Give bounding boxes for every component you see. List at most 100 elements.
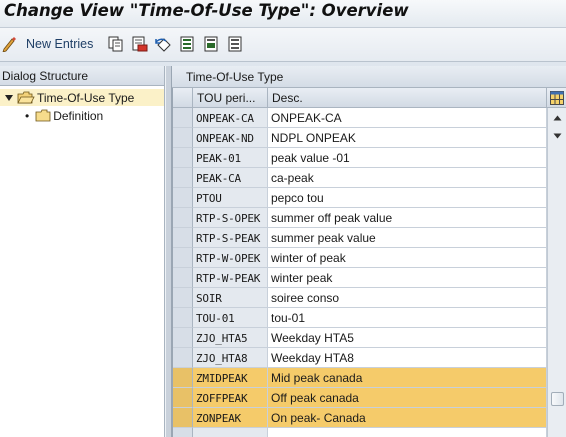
- table-row[interactable]: ONPEAK-CA ONPEAK-CA: [173, 108, 547, 128]
- cell-desc[interactable]: ONPEAK-CA: [268, 108, 547, 128]
- select-all-button[interactable]: [180, 33, 195, 55]
- row-selector[interactable]: [173, 228, 193, 248]
- cell-desc[interactable]: On peak- Canada: [268, 408, 547, 428]
- table-row[interactable]: RTP-W-OPEK winter of peak: [173, 248, 547, 268]
- cell-desc[interactable]: winter of peak: [268, 248, 547, 268]
- cell-tou-period: PEAK-CA: [193, 168, 268, 188]
- cell-desc[interactable]: summer peak value: [268, 228, 547, 248]
- deselect-all-button[interactable]: [228, 33, 243, 55]
- row-selector[interactable]: [173, 108, 193, 128]
- tree-node-definition[interactable]: • Definition: [0, 107, 164, 124]
- row-selector[interactable]: [173, 348, 193, 368]
- table-row[interactable]: RTP-W-PEAK winter peak: [173, 268, 547, 288]
- cell-desc[interactable]: pepco tou: [268, 188, 547, 208]
- title-bar: Change View "Time-Of-Use Type": Overview: [0, 0, 566, 28]
- column-header-tou-period[interactable]: TOU peri...: [193, 88, 268, 108]
- table-row[interactable]: PEAK-CA ca-peak: [173, 168, 547, 188]
- delete-icon: [132, 36, 148, 52]
- select-block-icon: [204, 36, 218, 52]
- row-selector[interactable]: [173, 188, 193, 208]
- cell-tou-period: PEAK-01: [193, 148, 268, 168]
- table-row[interactable]: ONPEAK-ND NDPL ONPEAK: [173, 128, 547, 148]
- page-title: Change View "Time-Of-Use Type": Overview: [4, 1, 409, 20]
- row-selector[interactable]: [173, 368, 193, 388]
- column-header-desc[interactable]: Desc.: [268, 88, 547, 108]
- table-row[interactable]: ZJO_HTA8 Weekday HTA8: [173, 348, 547, 368]
- row-selector[interactable]: [173, 268, 193, 288]
- expand-triangle-icon[interactable]: [4, 93, 14, 103]
- dialog-structure-header: Dialog Structure: [0, 66, 164, 86]
- cell-desc[interactable]: NDPL ONPEAK: [268, 128, 547, 148]
- new-entries-button[interactable]: New Entries: [26, 33, 93, 55]
- cell-desc[interactable]: winter peak: [268, 268, 547, 288]
- table-row[interactable]: ZOFFPEAK Off peak canada: [173, 388, 547, 408]
- table-row[interactable]: [173, 428, 547, 437]
- row-selector[interactable]: [173, 248, 193, 268]
- cell-desc[interactable]: peak value -01: [268, 148, 547, 168]
- change-display-button[interactable]: [2, 33, 16, 55]
- cell-tou-period: ONPEAK-CA: [193, 108, 268, 128]
- delete-button[interactable]: [132, 33, 148, 55]
- cell-desc[interactable]: summer off peak value: [268, 208, 547, 228]
- cell-tou-period: RTP-W-OPEK: [193, 248, 268, 268]
- cell-tou-period: RTP-W-PEAK: [193, 268, 268, 288]
- cell-desc[interactable]: Off peak canada: [268, 388, 547, 408]
- table-row[interactable]: PEAK-01 peak value -01: [173, 148, 547, 168]
- cell-tou-period: TOU-01: [193, 308, 268, 328]
- row-selector[interactable]: [173, 208, 193, 228]
- tree-node-time-of-use-type[interactable]: Time-Of-Use Type: [0, 89, 164, 106]
- select-all-rows-header[interactable]: [173, 88, 193, 108]
- table-settings-icon: [550, 90, 564, 105]
- row-selector[interactable]: [173, 408, 193, 428]
- cell-desc[interactable]: Weekday HTA5: [268, 328, 547, 348]
- select-block-button[interactable]: [204, 33, 219, 55]
- change-display-icon: [2, 37, 16, 52]
- table-row[interactable]: RTP-S-OPEK summer off peak value: [173, 208, 547, 228]
- undo-button[interactable]: [155, 33, 173, 55]
- row-selector[interactable]: [173, 308, 193, 328]
- arrow-down-icon: [553, 133, 562, 139]
- row-selector[interactable]: [173, 148, 193, 168]
- application-toolbar: New Entries: [0, 28, 566, 62]
- copy-icon: [108, 36, 123, 52]
- scroll-down-button[interactable]: [548, 128, 566, 144]
- cell-desc[interactable]: [268, 428, 547, 437]
- scrollbar-thumb[interactable]: [551, 392, 564, 406]
- tree-label-definition: Definition: [53, 108, 104, 123]
- table-row[interactable]: RTP-S-PEAK summer peak value: [173, 228, 547, 248]
- scroll-up-button[interactable]: [548, 110, 566, 126]
- row-selector[interactable]: [173, 168, 193, 188]
- vertical-scrollbar[interactable]: [547, 108, 566, 437]
- copy-button[interactable]: [108, 33, 124, 55]
- tree-label-time-of-use-type: Time-Of-Use Type: [37, 90, 135, 105]
- pane-splitter[interactable]: [165, 66, 172, 437]
- row-selector[interactable]: [173, 288, 193, 308]
- cell-desc[interactable]: Weekday HTA8: [268, 348, 547, 368]
- cell-tou-period: RTP-S-PEAK: [193, 228, 268, 248]
- folder-icon: [35, 109, 51, 121]
- row-selector[interactable]: [173, 428, 193, 437]
- column-settings-button[interactable]: [547, 88, 566, 108]
- cell-tou-period: ZMIDPEAK: [193, 368, 268, 388]
- table-row[interactable]: PTOU pepco tou: [173, 188, 547, 208]
- table-row[interactable]: SOIR soiree conso: [173, 288, 547, 308]
- cell-tou-period: ZJO_HTA5: [193, 328, 268, 348]
- row-selector[interactable]: [173, 388, 193, 408]
- cell-tou-period: ONPEAK-ND: [193, 128, 268, 148]
- deselect-all-icon: [228, 36, 242, 52]
- row-selector[interactable]: [173, 128, 193, 148]
- cell-desc[interactable]: Mid peak canada: [268, 368, 547, 388]
- row-selector[interactable]: [173, 328, 193, 348]
- table-row[interactable]: ZJO_HTA5 Weekday HTA5: [173, 328, 547, 348]
- select-all-icon: [180, 36, 194, 52]
- cell-desc[interactable]: soiree conso: [268, 288, 547, 308]
- cell-desc[interactable]: ca-peak: [268, 168, 547, 188]
- table-row[interactable]: ZONPEAK On peak- Canada: [173, 408, 547, 428]
- cell-desc[interactable]: tou-01: [268, 308, 547, 328]
- cell-tou-period: PTOU: [193, 188, 268, 208]
- arrow-up-icon: [553, 115, 562, 121]
- cell-tou-period: [193, 428, 268, 437]
- cell-tou-period: ZOFFPEAK: [193, 388, 268, 408]
- table-row[interactable]: ZMIDPEAK Mid peak canada: [173, 368, 547, 388]
- table-row[interactable]: TOU-01 tou-01: [173, 308, 547, 328]
